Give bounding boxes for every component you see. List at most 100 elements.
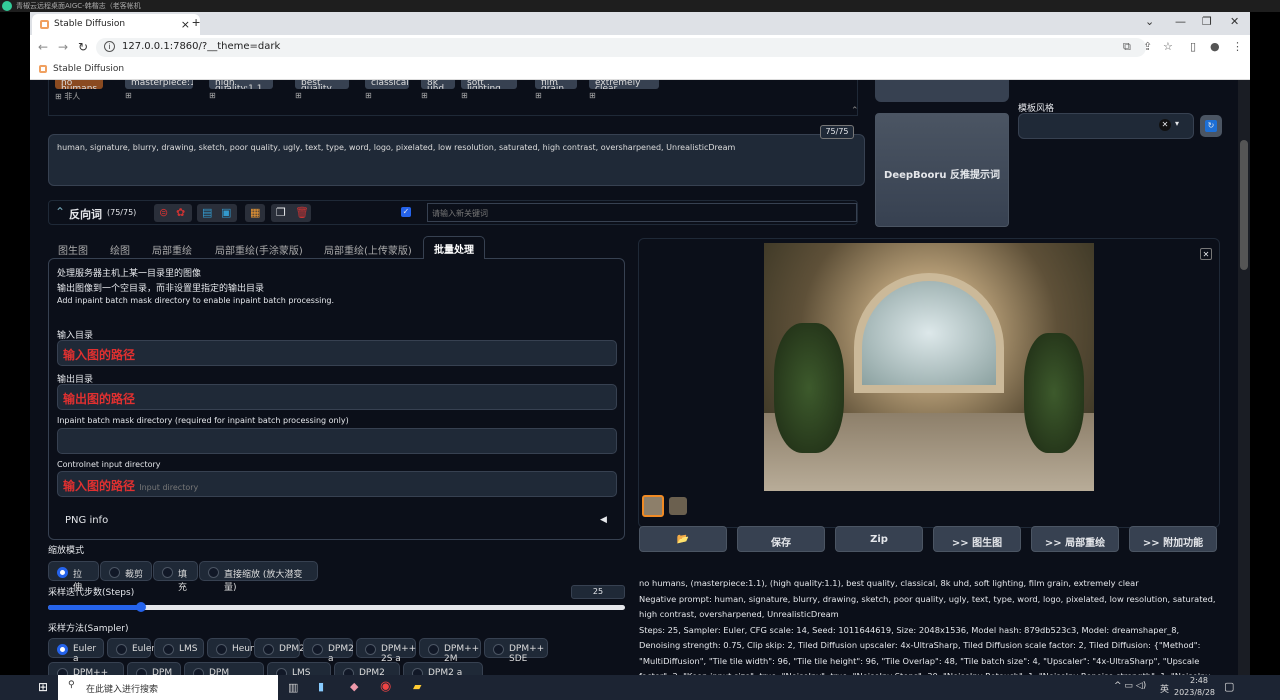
close-tab-icon[interactable]: × (181, 18, 190, 31)
radio-resize-latent[interactable]: 直接缩放 (放大潜变量) (199, 561, 318, 593)
radio-sampler[interactable]: LMS (154, 638, 204, 658)
refresh-style-button[interactable]: ↻ (1200, 115, 1222, 137)
close-window-button[interactable]: ✕ (1230, 15, 1239, 28)
tag-chip[interactable]: 8k uhd (421, 80, 455, 89)
back-icon[interactable]: ← (38, 40, 48, 54)
negative-prompt-textarea[interactable]: human, signature, blurry, drawing, sketc… (48, 134, 865, 186)
collapse-arrow-icon[interactable]: ◀ (600, 515, 607, 525)
zip-button[interactable]: Zip (835, 526, 923, 552)
url-input[interactable]: i 127.0.0.1:7860/?__theme=dark (96, 38, 1146, 57)
tag-edit-icon[interactable]: ⊞ (209, 91, 216, 100)
thumbnail-selected[interactable] (642, 495, 664, 517)
png-info-label[interactable]: PNG info (65, 515, 108, 526)
radio-sampler[interactable]: Heun (207, 638, 256, 658)
keyword-input[interactable]: 请输入新关键词 (427, 203, 857, 222)
tag-edit-icon[interactable]: ⊞ (589, 91, 596, 100)
radio-resize-fill[interactable]: 填充 (153, 561, 198, 593)
info-icon[interactable]: i (104, 41, 115, 52)
taskbar-search[interactable]: ⚲ 在此键入进行搜索 (58, 675, 278, 700)
translate-button[interactable]: ▦ (245, 204, 265, 222)
collapse-icon[interactable]: ⌃ (851, 106, 859, 116)
browser-tab[interactable]: Stable Diffusion × (32, 14, 200, 35)
radio-sampler[interactable]: Euler (107, 638, 155, 658)
translate-icon[interactable]: ⧉ (1123, 40, 1131, 54)
ime-indicator[interactable]: 英 (1160, 682, 1169, 695)
slider-handle[interactable] (135, 602, 146, 612)
star-icon[interactable]: ☆ (1163, 40, 1173, 53)
steps-slider[interactable] (48, 602, 625, 612)
bookmark-item[interactable]: Stable Diffusion (53, 64, 124, 74)
send-to-inpaint-button[interactable]: >> 局部重绘 (1031, 526, 1119, 552)
radio-sampler[interactable]: DPM++ 2M SDE (48, 662, 124, 675)
open-folder-button[interactable]: 📂 (639, 526, 727, 552)
radio-sampler[interactable]: DPM++ 2M (419, 638, 481, 664)
windows-start-icon[interactable]: ⊞ (38, 680, 48, 694)
tag-edit-icon[interactable]: ⊞ (421, 91, 428, 100)
output-dir-field[interactable]: 输出图的路径 (57, 384, 617, 410)
radio-resize-crop[interactable]: 裁剪 (100, 561, 152, 581)
app-icon[interactable]: ◆ (350, 680, 358, 693)
send-to-img2img-button[interactable]: >> 图生图 (933, 526, 1021, 552)
radio-sampler[interactable]: DPM adaptive (184, 662, 264, 675)
mask-dir-field[interactable] (57, 428, 617, 454)
input-dir-field[interactable]: 输入图的路径 (57, 340, 617, 366)
clear-icon[interactable]: ✕ (1159, 119, 1171, 131)
radio-sampler[interactable]: DPM2 (254, 638, 305, 658)
radio-sampler[interactable]: DPM2 a (303, 638, 354, 664)
clock-date[interactable]: 2023/8/28 (1174, 688, 1215, 697)
tab-img2img[interactable]: 图生图 (58, 238, 88, 258)
tab-sketch[interactable]: 绘图 (110, 238, 130, 258)
tab-batch[interactable]: 批量处理 (423, 236, 485, 259)
radio-sampler[interactable]: DPM2 a Karras (403, 662, 483, 675)
tag-edit-icon[interactable]: ⊞ (535, 91, 542, 100)
radio-sampler[interactable]: Euler a (48, 638, 104, 664)
radio-resize-stretch[interactable]: 拉伸 (48, 561, 99, 593)
gear-icon[interactable]: ✿ (176, 206, 185, 219)
page-scrollbar[interactable] (1238, 80, 1250, 675)
profile-icon[interactable]: ● (1210, 40, 1220, 53)
share-icon[interactable]: ⇪ (1143, 40, 1152, 53)
close-icon[interactable]: ✕ (1200, 248, 1212, 260)
checkbox[interactable]: ✓ (401, 207, 411, 217)
style-select[interactable]: ✕ ▾ (1018, 113, 1194, 139)
interrogate-button[interactable] (875, 80, 1009, 102)
tag-chip[interactable]: classical (365, 80, 409, 89)
bookmark-icon[interactable]: ▣ (221, 206, 231, 219)
radio-sampler[interactable]: DPM++ SDE (484, 638, 548, 664)
radio-sampler[interactable]: DPM++ 2S a (356, 638, 416, 664)
chrome-icon[interactable]: ◉ (380, 679, 391, 694)
file-icon[interactable]: ▤ (202, 206, 212, 219)
thumbnail[interactable] (669, 497, 687, 515)
tag-edit-icon[interactable]: ⊞ (295, 91, 302, 100)
steps-input[interactable]: 25 (571, 585, 625, 599)
tab-inpaint-upload[interactable]: 局部重绘(上传蒙版) (324, 238, 412, 258)
tray-icons[interactable]: ^ ▭ ◁) (1114, 681, 1146, 691)
chevron-down-icon[interactable]: ⌄ (1145, 15, 1154, 28)
tag-chip[interactable]: soft lighting (461, 80, 517, 89)
tag-chip[interactable]: masterpiece:1.1 (125, 80, 193, 89)
tag-chip[interactable]: best quality (295, 80, 349, 89)
send-to-extras-button[interactable]: >> 附加功能 (1129, 526, 1217, 552)
menu-icon[interactable]: ⋮ (1232, 40, 1243, 53)
task-view-icon[interactable]: ▥ (288, 681, 298, 694)
collapse-icon[interactable]: ⌃ (55, 205, 65, 219)
deepbooru-button[interactable]: DeepBooru 反推提示词 (875, 113, 1009, 227)
minimize-button[interactable]: — (1175, 15, 1186, 28)
tag-edit-icon[interactable]: ⊞ (461, 91, 468, 100)
controlnet-dir-field[interactable]: 输入图的路径 Input directory (57, 471, 617, 497)
radio-sampler[interactable]: LMS Karras (267, 662, 331, 675)
radio-sampler[interactable]: DPM fast (127, 662, 181, 675)
tab-inpaint[interactable]: 局部重绘 (152, 238, 192, 258)
app-icon[interactable]: ▮ (318, 680, 324, 693)
restore-button[interactable]: ❐ (1202, 15, 1212, 28)
radio-sampler[interactable]: DPM2 Karras (334, 662, 400, 675)
copy-icon[interactable]: ❐ (276, 206, 286, 219)
save-button[interactable]: 保存 (737, 526, 825, 552)
trash-icon[interactable]: 🗑 (295, 206, 309, 219)
forward-icon[interactable]: → (58, 40, 68, 54)
generated-image[interactable] (764, 243, 1094, 491)
tag-chip[interactable]: high quality:1.1 (209, 80, 273, 89)
tab-inpaint-sketch[interactable]: 局部重绘(手涂蒙版) (215, 238, 303, 258)
tag-chip[interactable]: film grain (535, 80, 577, 89)
chevron-down-icon[interactable]: ▾ (1175, 119, 1179, 128)
